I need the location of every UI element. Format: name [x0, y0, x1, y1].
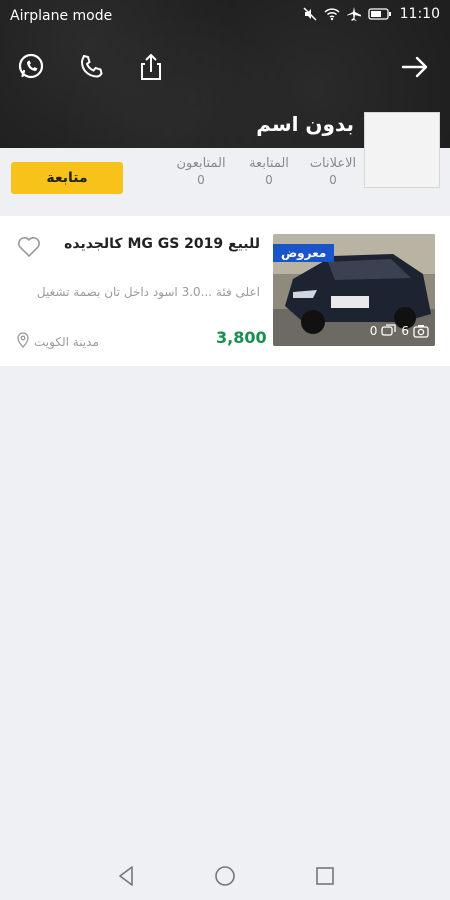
follow-button[interactable]: متابعة [11, 162, 123, 194]
comments-icon [381, 324, 397, 338]
stat-ads[interactable]: الاعلانات 0 [298, 156, 368, 187]
stat-followers-label: المتابعون [176, 156, 226, 171]
listing-thumbnail[interactable]: معروض 0 6 [273, 234, 435, 346]
phone-icon[interactable] [76, 52, 106, 82]
profile-name: بدون اسم [256, 112, 354, 136]
location-pin-icon [16, 332, 30, 351]
nav-back-icon[interactable] [114, 864, 138, 888]
status-bar: Airplane mode 11:10 [0, 0, 450, 32]
share-icon[interactable] [136, 52, 166, 82]
status-time: 11:10 [399, 6, 440, 22]
camera-icon [413, 324, 429, 338]
photo-count: 6 [401, 324, 409, 338]
battery-icon [367, 7, 392, 21]
stat-followers[interactable]: المتابعون 0 [166, 156, 236, 187]
nav-recents-icon[interactable] [313, 864, 337, 888]
stat-ads-label: الاعلانات [309, 156, 357, 171]
airplane-mode-text: Airplane mode [10, 8, 113, 24]
stat-following[interactable]: المتابعة 0 [234, 156, 304, 187]
system-nav-bar [0, 852, 450, 900]
listing-description: اعلى فئة ...3.0 اسود داخل تان بصمة تشغيل [36, 285, 260, 299]
listing-card[interactable]: معروض 0 6 للبيع MG GS 2019 كالجديده اعلى… [0, 216, 450, 366]
stat-following-label: المتابعة [249, 156, 289, 171]
avatar[interactable] [364, 112, 440, 188]
whatsapp-icon[interactable] [16, 52, 46, 82]
media-counts: 0 6 [370, 324, 429, 338]
wifi-icon [324, 6, 340, 22]
listing-price: 3,800 [216, 328, 267, 347]
stat-ads-count: 0 [329, 173, 337, 187]
listing-status-badge: معروض [273, 244, 335, 262]
stat-followers-count: 0 [197, 173, 205, 187]
arrow-right-icon[interactable] [400, 52, 430, 82]
nav-home-icon[interactable] [213, 864, 237, 888]
listing-location: مدينة الكويت [16, 332, 99, 351]
mute-icon [302, 6, 318, 22]
status-icons: 11:10 [302, 6, 440, 22]
stat-following-count: 0 [265, 173, 273, 187]
location-text: مدينة الكويت [34, 334, 99, 349]
listing-title[interactable]: للبيع MG GS 2019 كالجديده [64, 236, 260, 252]
airplane-icon [346, 6, 362, 22]
comment-count: 0 [369, 324, 378, 338]
favorite-heart-icon[interactable] [16, 234, 42, 260]
